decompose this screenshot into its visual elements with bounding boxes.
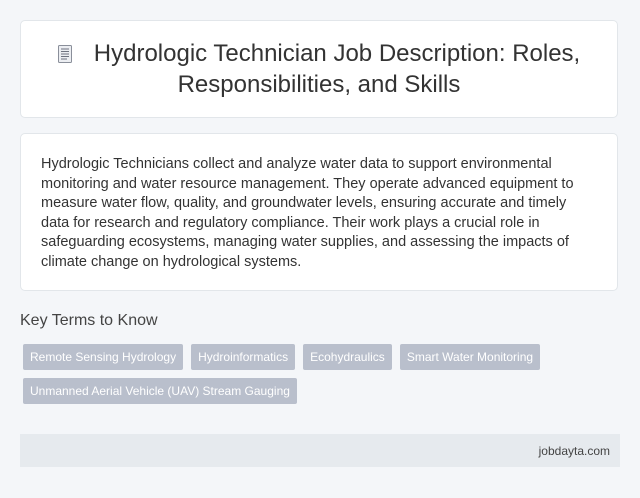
document-icon	[57, 45, 72, 63]
tag-smart-water-monitoring[interactable]: Smart Water Monitoring	[399, 344, 541, 370]
footer: jobdayta.com	[20, 434, 620, 467]
tag-remote-sensing-hydrology[interactable]: Remote Sensing Hydrology	[23, 344, 184, 370]
tag-uav-stream-gauging[interactable]: Unmanned Aerial Vehicle (UAV) Stream Gau…	[23, 378, 297, 404]
description-text: Hydrologic Technicians collect and analy…	[41, 156, 574, 270]
tag-ecohydraulics[interactable]: Ecohydraulics	[303, 344, 392, 370]
title-card: Hydrologic Technician Job Description: R…	[20, 20, 618, 118]
page-title-text: Hydrologic Technician Job Description: R…	[93, 40, 581, 98]
page-title: Hydrologic Technician Job Description: R…	[41, 38, 597, 100]
key-terms-heading: Key Terms to Know	[20, 312, 158, 329]
description-card: Hydrologic Technicians collect and analy…	[20, 133, 618, 291]
key-terms-tags: Remote Sensing Hydrology Hydroinformatic…	[23, 344, 603, 404]
tag-hydroinformatics[interactable]: Hydroinformatics	[191, 344, 296, 370]
footer-site-link[interactable]: jobdayta.com	[539, 444, 610, 458]
